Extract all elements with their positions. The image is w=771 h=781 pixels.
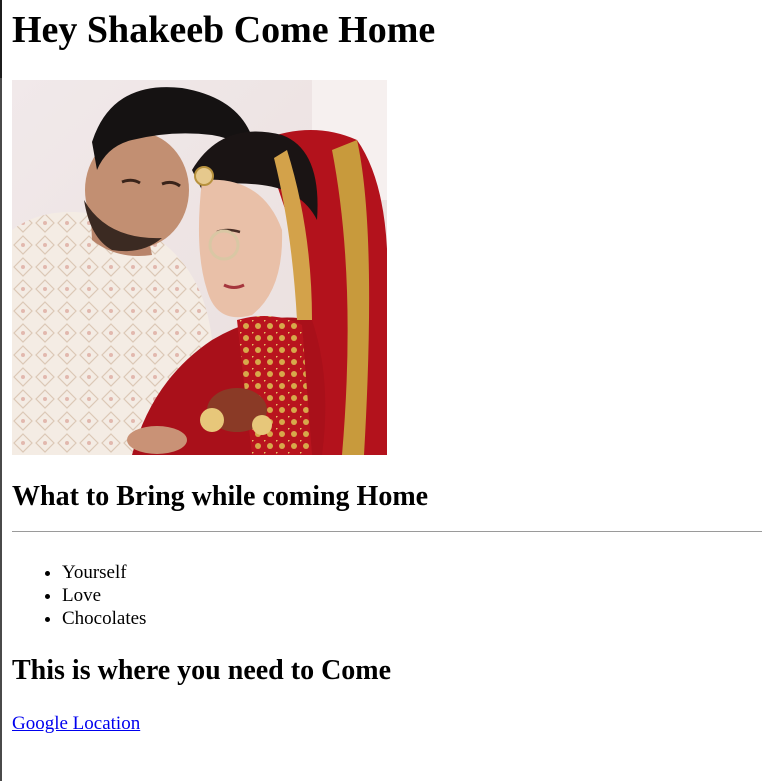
horizontal-rule [12, 531, 762, 532]
google-location-link[interactable]: Google Location [12, 712, 140, 736]
list-item: Chocolates [62, 607, 146, 630]
list-item: Love [62, 584, 146, 607]
window-left-edge-shade [0, 78, 2, 781]
couple-photo-illustration [12, 80, 387, 455]
bring-list: Yourself Love Chocolates [12, 561, 146, 630]
window-left-edge [0, 0, 2, 781]
page-title: Hey Shakeeb Come Home [12, 9, 436, 51]
where-heading: This is where you need to Come [12, 655, 392, 686]
list-item: Yourself [62, 561, 146, 584]
couple-photo [12, 80, 387, 455]
bring-heading: What to Bring while coming Home [12, 481, 429, 512]
